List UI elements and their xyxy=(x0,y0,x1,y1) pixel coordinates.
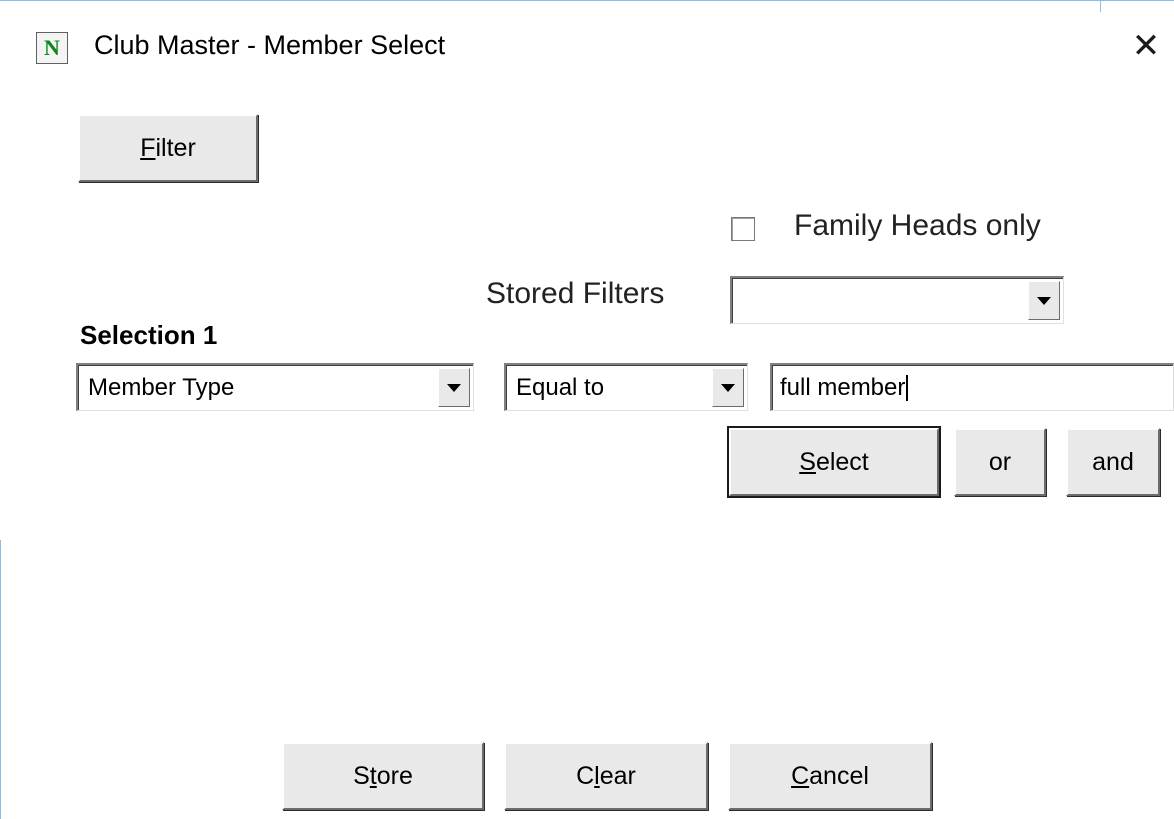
operator-dropdown-arrow[interactable] xyxy=(712,368,744,407)
field-dropdown[interactable]: Member Type xyxy=(76,363,474,411)
clear-button-label: Clear xyxy=(576,761,636,790)
cancel-button-label: Cancel xyxy=(791,761,869,790)
selection-heading: Selection 1 xyxy=(80,320,218,350)
stored-filters-label: Stored Filters xyxy=(486,277,665,310)
clear-button[interactable]: Clear xyxy=(504,742,708,810)
and-button[interactable]: and xyxy=(1066,428,1160,496)
or-button-label: or xyxy=(988,447,1012,476)
and-button-label: and xyxy=(1092,447,1134,476)
window-frame-left xyxy=(0,540,1,819)
select-button-label: Select xyxy=(799,447,869,476)
title-bar[interactable]: N Club Master - Member Select ✕ xyxy=(0,0,1174,96)
operator-dropdown-value: Equal to xyxy=(516,373,605,401)
filter-button-label: Filter xyxy=(140,133,196,162)
chevron-down-icon xyxy=(721,383,735,392)
cancel-button[interactable]: Cancel xyxy=(728,742,932,810)
app-n-icon: N xyxy=(36,32,68,64)
close-icon[interactable]: ✕ xyxy=(1128,28,1164,64)
criteria-input-value: full member xyxy=(780,374,909,402)
or-button[interactable]: or xyxy=(954,428,1046,496)
filter-button[interactable]: Filter xyxy=(78,114,258,182)
stored-filters-dropdown-arrow[interactable] xyxy=(1028,281,1060,320)
store-button-label: Store xyxy=(353,761,413,790)
window-title: Club Master - Member Select xyxy=(94,30,446,60)
store-button[interactable]: Store xyxy=(282,742,484,810)
family-heads-label: Family Heads only xyxy=(794,209,1041,242)
field-dropdown-arrow[interactable] xyxy=(438,368,470,407)
chevron-down-icon xyxy=(1037,296,1051,305)
criteria-input[interactable]: full member xyxy=(770,363,1174,411)
chevron-down-icon xyxy=(447,383,461,392)
field-dropdown-value: Member Type xyxy=(88,373,235,401)
select-button[interactable]: Select xyxy=(727,426,941,498)
operator-dropdown[interactable]: Equal to xyxy=(504,363,748,411)
family-heads-checkbox[interactable] xyxy=(731,217,755,241)
stored-filters-dropdown[interactable] xyxy=(730,276,1064,324)
text-caret xyxy=(906,375,909,402)
